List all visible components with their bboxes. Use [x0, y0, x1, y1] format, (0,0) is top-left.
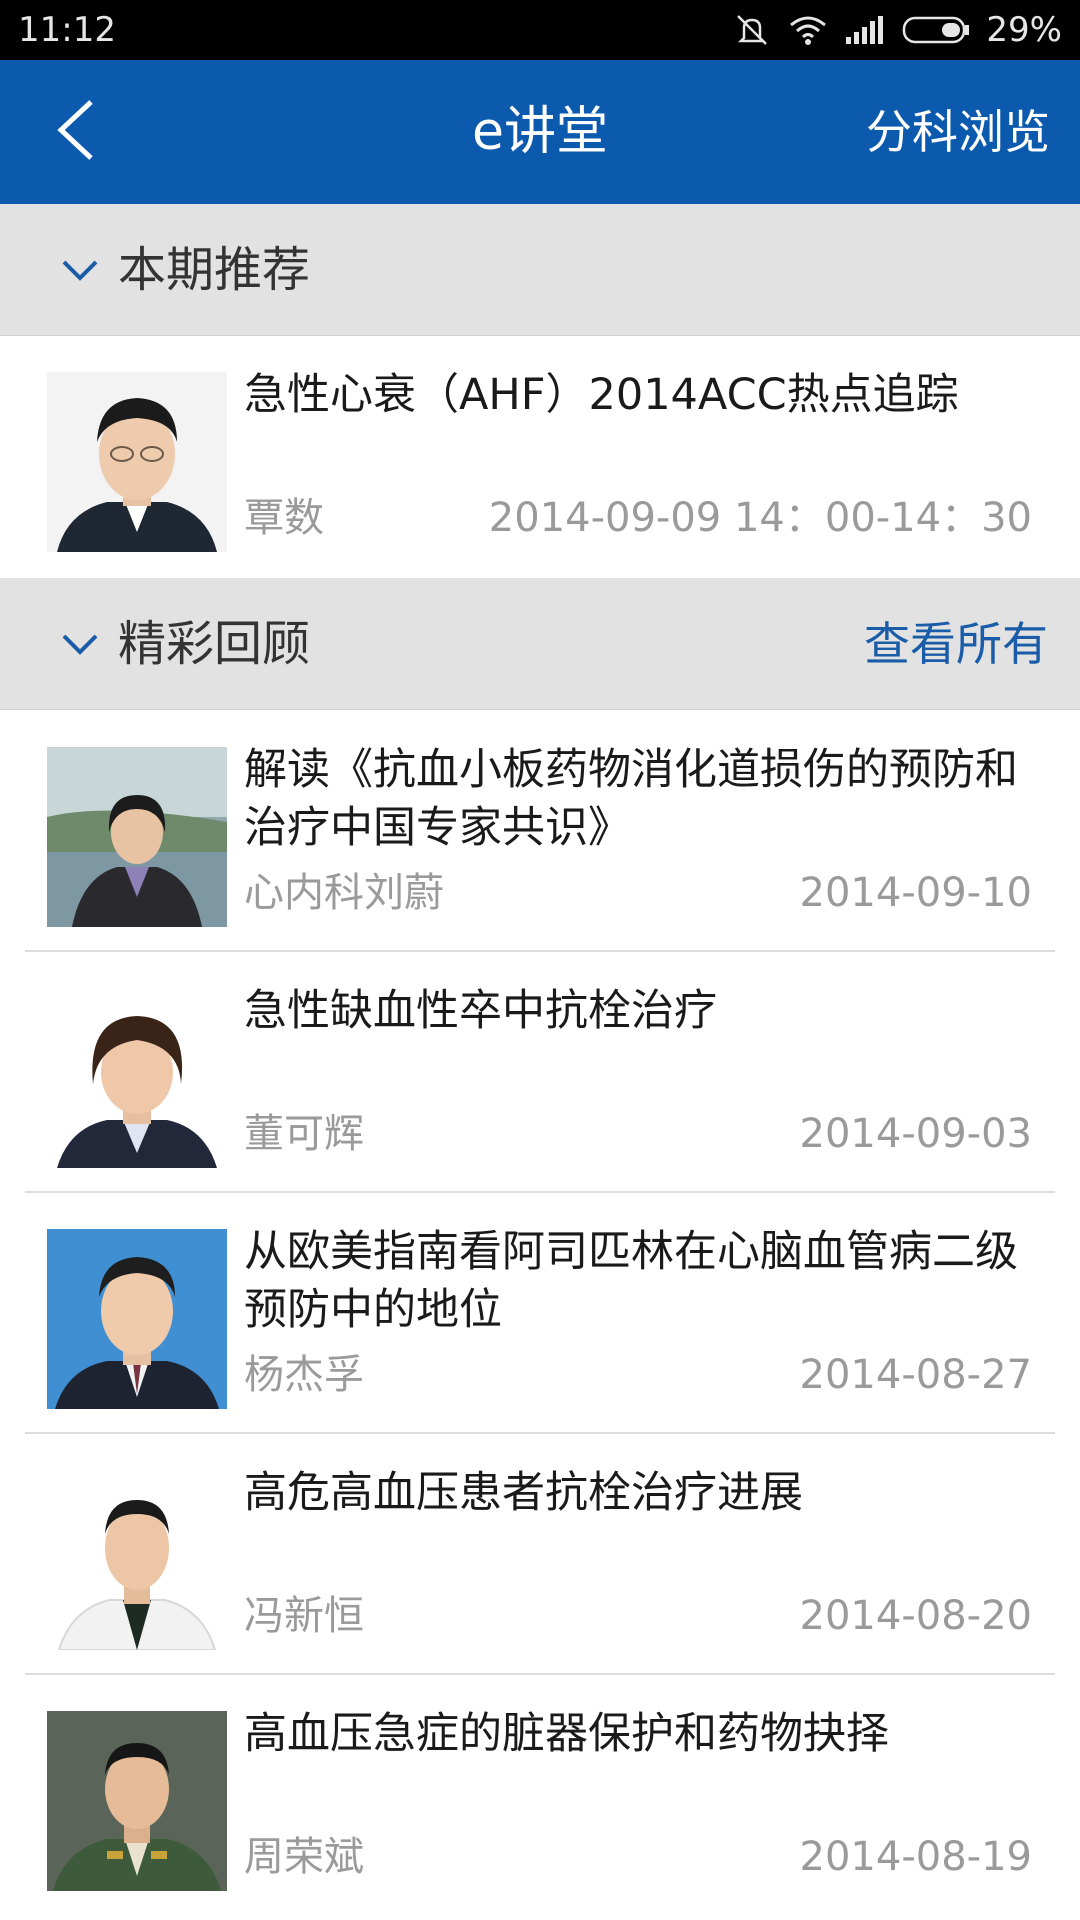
- list-item[interactable]: 急性缺血性卒中抗栓治疗 董可辉 2014-09-03: [0, 952, 1080, 1193]
- status-time: 11:12: [18, 10, 116, 50]
- lecture-title: 高血压急症的脏器保护和药物抉择: [244, 1709, 889, 1759]
- lecture-author: 心内科刘蔚: [244, 870, 444, 916]
- signal-icon: [844, 15, 886, 45]
- list-item[interactable]: 解读《抗血小板药物消化道损伤的预防和治疗中国专家共识》 心内科刘蔚 2014-0…: [0, 711, 1080, 952]
- lecture-date: 2014-09-09 14：00-14：30: [488, 495, 1032, 541]
- chevron-left-icon: [53, 98, 97, 166]
- back-button[interactable]: [40, 90, 110, 174]
- chevron-down-icon: [58, 624, 102, 664]
- featured-lecture-item[interactable]: 急性心衰（AHF）2014ACC热点追踪 覃数 2014-09-09 14：00…: [0, 336, 1080, 577]
- avatar: [47, 1229, 227, 1409]
- avatar: [47, 988, 227, 1168]
- view-all-link[interactable]: 查看所有: [864, 578, 1048, 710]
- status-bar: 11:12 29%: [0, 0, 1080, 60]
- lecture-date: 2014-08-20: [799, 1593, 1032, 1639]
- lecture-title: 解读《抗血小板药物消化道损伤的预防和治疗中国专家共识》: [244, 745, 1018, 853]
- lecture-date: 2014-09-03: [799, 1111, 1032, 1157]
- review-section-header[interactable]: 精彩回顾 查看所有: [0, 578, 1080, 710]
- lecture-title: 从欧美指南看阿司匹林在心脑血管病二级预防中的地位: [244, 1227, 1018, 1335]
- review-section-title: 精彩回顾: [118, 616, 311, 672]
- featured-section-title: 本期推荐: [118, 242, 311, 298]
- status-icons: 29%: [732, 8, 1062, 52]
- lecture-date: 2014-08-19: [799, 1834, 1032, 1880]
- featured-section-header[interactable]: 本期推荐: [0, 204, 1080, 336]
- lecture-title: 急性缺血性卒中抗栓治疗: [244, 986, 717, 1036]
- lecture-author: 冯新恒: [244, 1593, 364, 1639]
- list-item[interactable]: 高危高血压患者抗栓治疗进展 冯新恒 2014-08-20: [0, 1434, 1080, 1675]
- lecture-date: 2014-08-27: [799, 1352, 1032, 1398]
- lecture-author: 杨杰孚: [244, 1352, 364, 1398]
- mute-icon: [732, 12, 772, 48]
- chevron-down-icon: [58, 250, 102, 290]
- lecture-title: 急性心衰（AHF）2014ACC热点追踪: [244, 370, 959, 420]
- browse-by-department-button[interactable]: 分科浏览: [866, 60, 1050, 204]
- lecture-author: 董可辉: [244, 1111, 364, 1157]
- lecture-title: 高危高血压患者抗栓治疗进展: [244, 1468, 803, 1518]
- avatar: [47, 1470, 227, 1650]
- battery-icon: [902, 15, 970, 45]
- lecture-author: 周荣斌: [244, 1834, 364, 1880]
- battery-percent: 29%: [986, 10, 1062, 50]
- lecture-date: 2014-09-10: [799, 870, 1032, 916]
- avatar: [47, 372, 227, 552]
- lecture-author: 覃数: [244, 495, 324, 541]
- list-item[interactable]: 高血压急症的脏器保护和药物抉择 周荣斌 2014-08-19: [0, 1675, 1080, 1916]
- list-item[interactable]: 从欧美指南看阿司匹林在心脑血管病二级预防中的地位 杨杰孚 2014-08-27: [0, 1193, 1080, 1434]
- avatar: [47, 1711, 227, 1891]
- app-header: e讲堂 分科浏览: [0, 60, 1080, 204]
- avatar: [47, 747, 227, 927]
- wifi-icon: [788, 13, 828, 47]
